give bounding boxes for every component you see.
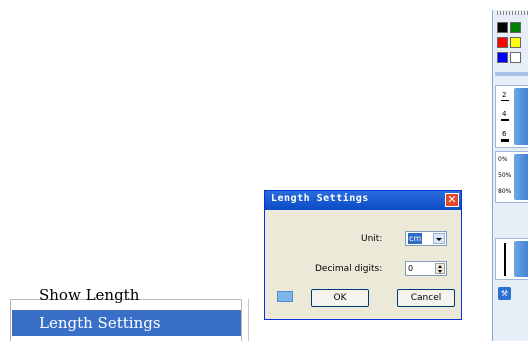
stroke-slider[interactable] (514, 241, 528, 277)
width-slider[interactable] (514, 88, 528, 145)
color-swatch-black[interactable] (497, 22, 508, 33)
width-2-line (501, 100, 509, 101)
width-6-label[interactable]: 6 (502, 130, 506, 138)
menu-item-show-length[interactable]: Show Length (12, 282, 241, 308)
transparency-50-label[interactable]: 50% (498, 172, 511, 179)
pen-toolbar: 2 4 6 0% 50% 80% ⚒ (492, 10, 528, 341)
chevron-down-icon[interactable] (433, 233, 445, 244)
spinner-arrows-icon[interactable] (435, 263, 445, 274)
toolbar-divider (495, 72, 528, 76)
width-2-label[interactable]: 2 (502, 91, 506, 99)
unit-select[interactable]: cm (405, 231, 447, 246)
color-swatch-yellow[interactable] (510, 37, 521, 48)
decimal-digits-label: Decimal digits: (315, 264, 383, 274)
color-swatch-blue[interactable] (497, 52, 508, 63)
toolbar-grip[interactable] (497, 11, 528, 15)
unit-value: cm (408, 233, 423, 244)
transparency-panel: 0% 50% 80% (495, 151, 528, 203)
wrench-icon[interactable]: ⚒ (498, 287, 511, 300)
stroke-panel (495, 238, 528, 280)
keyboard-icon[interactable] (277, 291, 293, 302)
dialog-titlebar[interactable]: Length Settings ✕ (265, 191, 461, 210)
color-swatch-red[interactable] (497, 37, 508, 48)
unit-label: Unit: (361, 234, 383, 244)
close-icon[interactable]: ✕ (445, 193, 459, 207)
decimal-digits-stepper[interactable]: 0 (405, 261, 447, 276)
decimal-digits-value: 0 (408, 264, 414, 273)
dialog-title: Length Settings (271, 193, 369, 204)
line-width-panel: 2 4 6 (495, 85, 528, 148)
length-settings-dialog: Length Settings ✕ Unit: cm Decimal digit… (264, 190, 462, 320)
menu-item-length-settings[interactable]: Length Settings (12, 310, 241, 336)
transparency-0-label[interactable]: 0% (498, 156, 508, 163)
menu-edge-divider (248, 299, 251, 341)
transparency-80-label[interactable]: 80% (498, 188, 511, 195)
context-menu: Show Length Length Settings (10, 286, 242, 341)
cancel-button[interactable]: Cancel (397, 289, 455, 307)
width-6-line (501, 139, 509, 142)
transparency-slider[interactable] (514, 154, 528, 200)
color-swatch-green[interactable] (510, 22, 521, 33)
width-4-label[interactable]: 4 (502, 110, 506, 118)
ok-button[interactable]: OK (311, 289, 369, 307)
width-4-line (501, 119, 509, 121)
color-swatch-white[interactable] (510, 52, 521, 63)
stroke-preview-line (504, 243, 506, 276)
